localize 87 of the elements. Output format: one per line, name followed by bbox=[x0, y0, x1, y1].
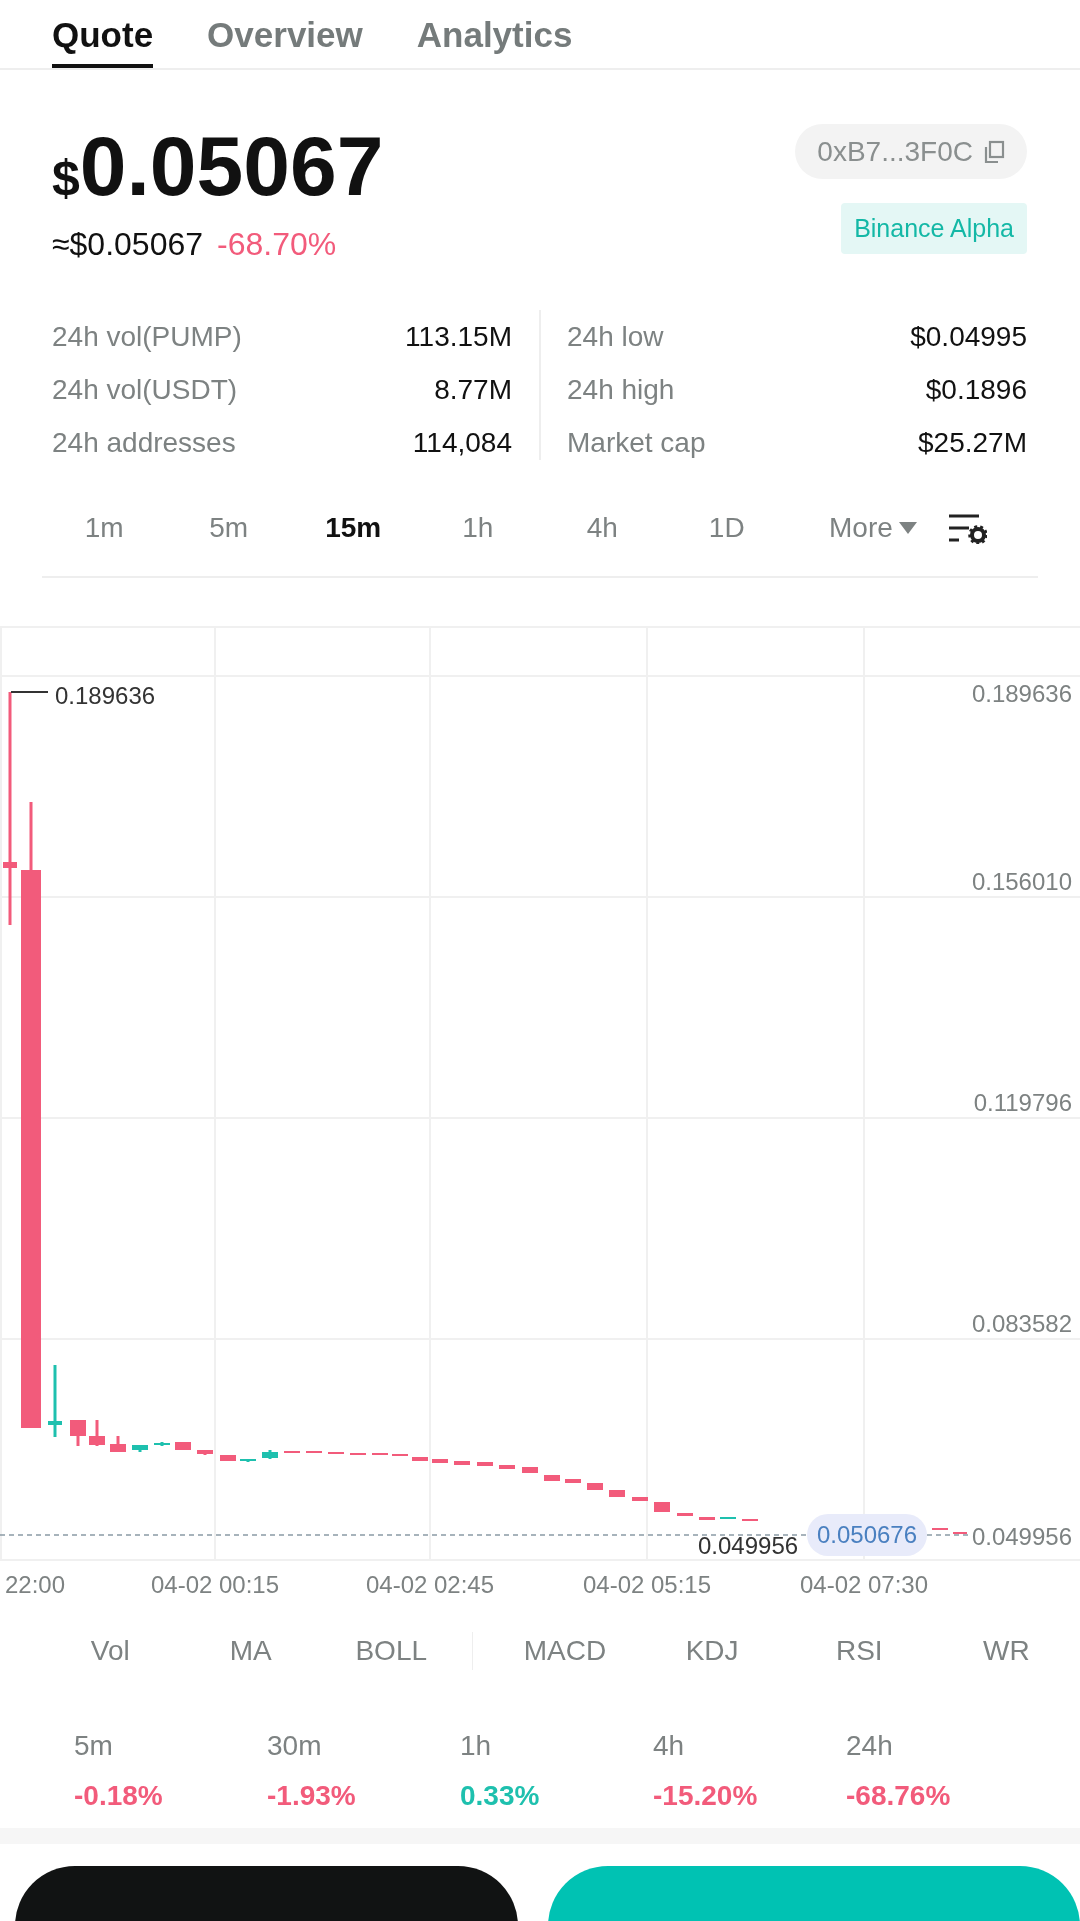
period-label: 24h bbox=[846, 1730, 894, 1762]
more-dropdown[interactable]: More bbox=[829, 512, 917, 544]
candle bbox=[609, 1490, 625, 1497]
candle bbox=[699, 1517, 715, 1520]
candle bbox=[89, 1420, 105, 1446]
interval-tab[interactable]: 4h bbox=[540, 504, 665, 552]
change-value: -68.76% bbox=[846, 1780, 952, 1812]
exchange-badge: Binance Alpha bbox=[841, 203, 1027, 254]
period-label: 1h bbox=[460, 1730, 493, 1762]
candle bbox=[632, 1497, 648, 1501]
candle bbox=[240, 1459, 256, 1462]
tab[interactable]: Overview bbox=[207, 0, 363, 68]
stat-value: $0.1896 bbox=[925, 373, 1027, 406]
current-price-tag: 0.050676 bbox=[807, 1514, 927, 1556]
candle bbox=[565, 1479, 581, 1483]
indicator-tab[interactable]: BOLL bbox=[321, 1635, 462, 1667]
leader-line bbox=[10, 691, 49, 693]
axis-label: 0.083582 bbox=[971, 1310, 1072, 1337]
axis-label: 0.049956 bbox=[971, 1523, 1072, 1550]
candle bbox=[587, 1483, 603, 1490]
high-price-label: 0.189636 bbox=[55, 682, 156, 709]
stat-label: 24h high bbox=[567, 373, 675, 406]
interval-tab[interactable]: 15m bbox=[291, 504, 416, 552]
axis-label: 0.189636 bbox=[971, 680, 1072, 707]
low-price-label: 0.049956 bbox=[698, 1532, 799, 1559]
time-label: 04-02 02:45 bbox=[365, 1571, 495, 1598]
axis-label: 0.119796 bbox=[973, 1089, 1072, 1116]
change-value: -15.20% bbox=[653, 1780, 759, 1812]
interval-tab[interactable]: 1D bbox=[664, 504, 789, 552]
time-label: 04-02 07:30 bbox=[799, 1571, 929, 1598]
stat-label: 24h vol(USDT) bbox=[52, 373, 238, 406]
stat-label: 24h vol(PUMP) bbox=[52, 320, 242, 353]
candle bbox=[220, 1455, 236, 1461]
change-value: 0.33% bbox=[460, 1780, 541, 1812]
period-label: 5m bbox=[74, 1730, 114, 1762]
candle bbox=[110, 1436, 126, 1452]
candle bbox=[132, 1445, 148, 1452]
candle bbox=[175, 1442, 191, 1450]
period-label: 30m bbox=[267, 1730, 323, 1762]
change-value: -0.18% bbox=[74, 1780, 164, 1812]
candle bbox=[432, 1459, 448, 1463]
stat-value: 113.15M bbox=[405, 320, 512, 353]
stat-value: $0.04995 bbox=[910, 320, 1027, 353]
currency-symbol: $ bbox=[52, 153, 80, 203]
indicator-tab[interactable]: MACD bbox=[491, 1635, 639, 1667]
stat-value: 8.77M bbox=[434, 373, 512, 406]
candle bbox=[477, 1462, 493, 1466]
candle bbox=[262, 1450, 278, 1459]
tab[interactable]: Quote bbox=[52, 0, 154, 68]
interval-tab[interactable]: 1m bbox=[42, 504, 167, 552]
indicator-tab[interactable]: WR bbox=[932, 1635, 1080, 1667]
candle bbox=[70, 1420, 86, 1446]
interval-tab[interactable]: 1h bbox=[415, 504, 540, 552]
stat-label: 24h low bbox=[567, 320, 664, 353]
change-value: -1.93% bbox=[267, 1780, 357, 1812]
candle bbox=[48, 1365, 62, 1437]
settings-icon[interactable] bbox=[946, 512, 987, 544]
time-label: 04-02 00:15 bbox=[150, 1571, 280, 1598]
time-label: 22:00 bbox=[5, 1571, 66, 1598]
stat-value: 114,084 bbox=[412, 426, 512, 459]
candle bbox=[454, 1461, 470, 1465]
indicator-tab[interactable]: RSI bbox=[785, 1635, 933, 1667]
contract-address-chip[interactable]: 0xB7...3F0C bbox=[795, 124, 1027, 179]
candle bbox=[412, 1457, 428, 1461]
indicator-tab[interactable]: Vol bbox=[40, 1635, 181, 1667]
price-value: 0.05067 bbox=[79, 124, 384, 208]
candle bbox=[654, 1502, 670, 1512]
approx-price: ≈$0.05067 bbox=[52, 226, 204, 263]
candle bbox=[197, 1450, 213, 1455]
stat-label: Market cap bbox=[567, 426, 706, 459]
indicator-tab[interactable]: KDJ bbox=[638, 1635, 786, 1667]
candle bbox=[499, 1465, 515, 1469]
time-label: 04-02 05:15 bbox=[582, 1571, 712, 1598]
interval-tab[interactable]: 5m bbox=[166, 504, 291, 552]
caret-icon bbox=[898, 522, 917, 534]
stat-label: 24h addresses bbox=[52, 426, 236, 459]
candle bbox=[677, 1513, 693, 1516]
candle bbox=[154, 1442, 170, 1446]
stat-value: $25.27M bbox=[918, 426, 1027, 459]
period-label: 4h bbox=[653, 1730, 686, 1762]
indicator-tab[interactable]: MA bbox=[180, 1635, 321, 1667]
axis-label: 0.156010 bbox=[971, 868, 1072, 895]
tab[interactable]: Analytics bbox=[416, 0, 573, 68]
candle bbox=[522, 1467, 538, 1473]
copy-icon[interactable] bbox=[983, 139, 1005, 164]
candle bbox=[544, 1475, 560, 1481]
price-change: -68.70% bbox=[217, 226, 337, 263]
